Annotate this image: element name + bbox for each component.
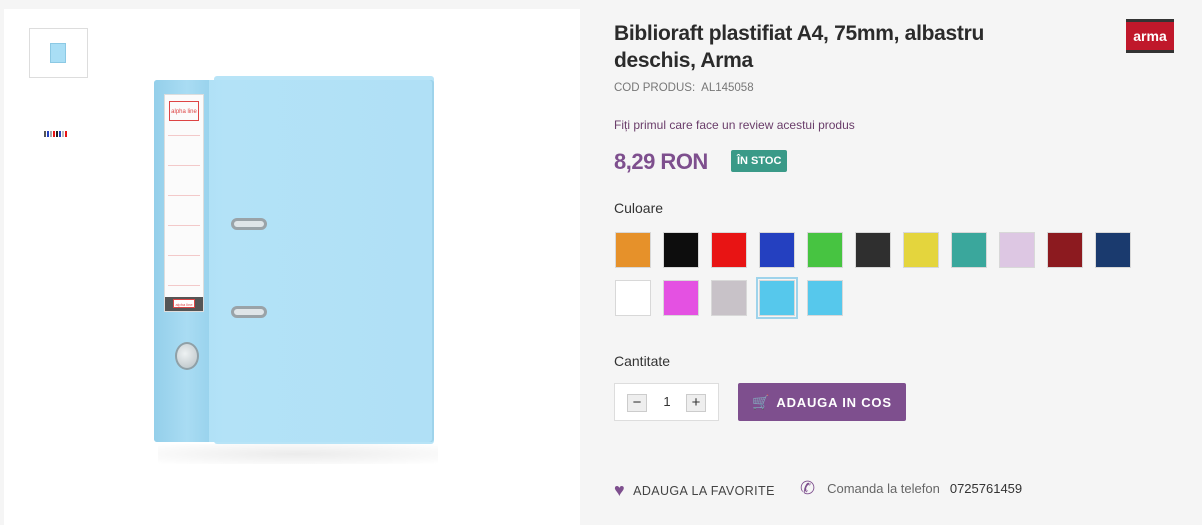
binder-fingerhole: [175, 342, 199, 370]
color-swatch[interactable]: [1095, 232, 1131, 268]
binder-ring-bottom: [231, 306, 267, 318]
phone-order: ✆ Comanda la telefon 0725761459: [800, 478, 1022, 499]
color-swatch[interactable]: [999, 232, 1035, 268]
product-title: Biblioraft plastifiat A4, 75mm, albastru…: [614, 22, 984, 72]
color-swatch[interactable]: [663, 280, 699, 316]
product-code: COD PRODUS: AL145058: [614, 82, 760, 94]
color-swatch[interactable]: [756, 277, 798, 319]
product-code-value: AL145058: [701, 82, 754, 94]
thumbnail-image: [50, 43, 66, 63]
quantity-input[interactable]: 1: [655, 394, 679, 409]
cart-icon: 🛒: [752, 394, 771, 410]
add-to-favorites-button[interactable]: ♥ ADAUGA LA FAVORITE: [614, 480, 775, 501]
review-link[interactable]: Fiți primul care face un review acestui …: [614, 118, 855, 132]
color-swatch[interactable]: [615, 232, 651, 268]
quantity-decrease-button[interactable]: −: [627, 394, 647, 412]
brand-logo[interactable]: arma: [1126, 19, 1174, 53]
color-swatch[interactable]: [615, 280, 651, 316]
product-gallery: alpha line alpha line: [4, 9, 580, 525]
thumbnail-variants-image: [44, 131, 72, 137]
color-swatch[interactable]: [1047, 232, 1083, 268]
thumbnail-blue-binder[interactable]: [29, 28, 88, 78]
spine-logo: alpha line: [169, 101, 199, 121]
phone-number[interactable]: 0725761459: [950, 481, 1022, 496]
color-swatch[interactable]: [663, 232, 699, 268]
quantity-increase-button[interactable]: +: [686, 394, 706, 412]
color-swatch[interactable]: [903, 232, 939, 268]
heart-icon: ♥: [614, 480, 626, 500]
favorites-label: ADAUGA LA FAVORITE: [633, 483, 775, 498]
stock-badge: ÎN STOC: [731, 150, 788, 172]
phone-icon: ✆: [800, 478, 816, 498]
color-swatch[interactable]: [759, 232, 795, 268]
add-to-cart-label: ADAUGA IN COS: [776, 395, 892, 410]
spine-tag: alpha line: [173, 299, 195, 308]
quantity-label: Cantitate: [614, 353, 671, 369]
binder-ring-top: [231, 218, 267, 230]
color-swatch[interactable]: [855, 232, 891, 268]
color-swatch[interactable]: [711, 232, 747, 268]
phone-label: Comanda la telefon: [827, 481, 940, 496]
thumbnail-color-variants[interactable]: [44, 127, 72, 139]
quantity-stepper: − 1 +: [614, 383, 719, 421]
product-price: 8,29 RON: [614, 149, 708, 174]
color-label: Culoare: [614, 200, 664, 216]
product-code-label: COD PRODUS:: [614, 82, 696, 94]
color-swatch[interactable]: [951, 232, 987, 268]
spine-label: alpha line alpha line: [164, 94, 204, 312]
main-product-image: alpha line alpha line: [154, 74, 444, 474]
add-to-cart-button[interactable]: 🛒 ADAUGA IN COS: [738, 383, 906, 421]
color-swatch[interactable]: [807, 280, 843, 316]
color-swatch[interactable]: [807, 232, 843, 268]
binder-shadow: [158, 444, 438, 464]
color-swatch[interactable]: [711, 280, 747, 316]
spine-label-foot: alpha line: [165, 297, 203, 311]
